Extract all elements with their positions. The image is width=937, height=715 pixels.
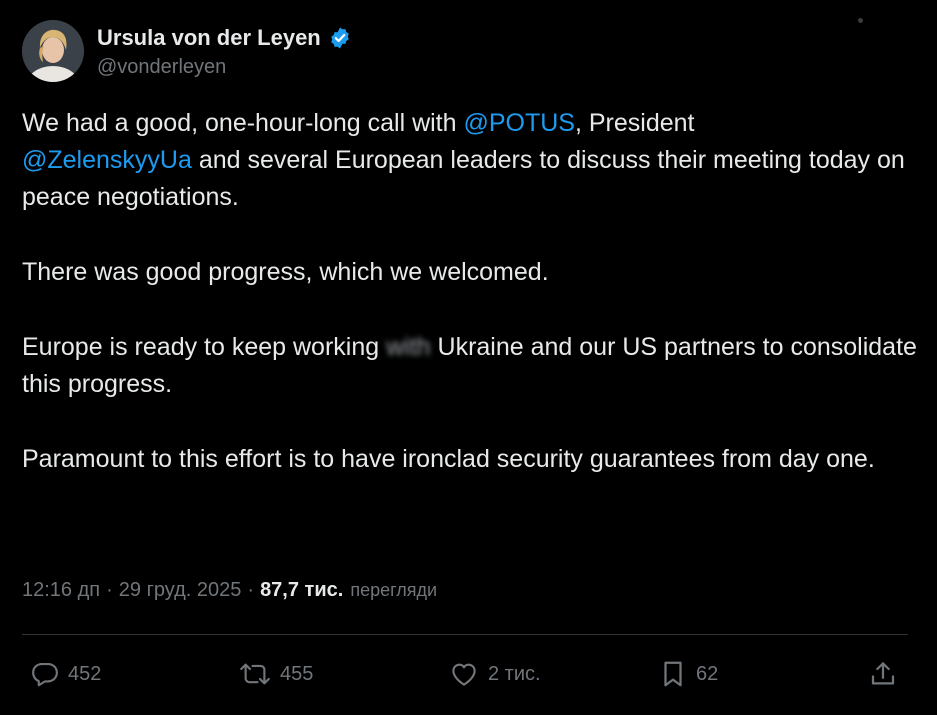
more-options-icon[interactable]	[858, 18, 863, 23]
tweet-meta: 12:16 дп · 29 груд. 2025 · 87,7 тис. пер…	[22, 579, 437, 602]
views-label: перегляди	[350, 580, 438, 600]
text-segment: Europe is ready to keep working	[22, 333, 387, 361]
text-segment: We had a good, one-hour-long call with	[22, 109, 464, 137]
author-name[interactable]: Ursula von der Leyen	[97, 25, 321, 51]
divider	[22, 634, 908, 635]
action-bar: 452 455 2 тис. 62	[30, 654, 902, 694]
tweet-card: Ursula von der Leyen @vonderleyen We had…	[0, 0, 937, 715]
tweet-date[interactable]: 29 груд. 2025	[119, 579, 242, 602]
heart-icon	[452, 663, 476, 686]
bookmark-button[interactable]: 62	[658, 654, 718, 694]
share-icon	[871, 662, 895, 685]
avatar-photo	[22, 20, 84, 82]
avatar[interactable]	[22, 20, 84, 82]
text-segment: , President	[574, 109, 695, 137]
like-count: 2 тис.	[488, 662, 541, 685]
tweet-paragraph-2: There was good progress, which we welcom…	[22, 258, 549, 286]
repost-icon	[240, 663, 270, 685]
meta-separator: ·	[106, 579, 113, 601]
tweet-paragraph-4: Paramount to this effort is to have iron…	[22, 445, 875, 473]
bookmark-count: 62	[696, 662, 719, 685]
author-name-row: Ursula von der Leyen	[97, 25, 352, 51]
tweet-paragraph-1: We had a good, one-hour-long call with @…	[22, 105, 922, 216]
blurred-word: with	[386, 333, 431, 361]
reply-count: 452	[68, 662, 102, 685]
tweet-time[interactable]: 12:16 дп	[22, 579, 100, 602]
repost-count: 455	[280, 662, 314, 685]
meta-separator: ·	[247, 579, 255, 601]
like-button[interactable]: 2 тис.	[448, 654, 541, 694]
tweet-paragraph-3: Europe is ready to keep working with Ukr…	[22, 329, 922, 403]
share-button[interactable]	[868, 654, 898, 694]
repost-button[interactable]: 455	[238, 654, 313, 694]
views-count[interactable]: 87,7 тис.	[260, 579, 343, 602]
tweet-text: We had a good, one-hour-long call with @…	[22, 105, 922, 478]
author-handle[interactable]: @vonderleyen	[97, 56, 226, 79]
bookmark-icon	[664, 661, 682, 687]
reply-button[interactable]: 452	[30, 654, 101, 694]
reply-icon	[32, 662, 58, 687]
mention-potus[interactable]: @POTUS	[463, 109, 575, 137]
verified-badge-icon	[330, 27, 349, 49]
mention-zelenskyyua[interactable]: @ZelenskyyUa	[22, 146, 192, 174]
